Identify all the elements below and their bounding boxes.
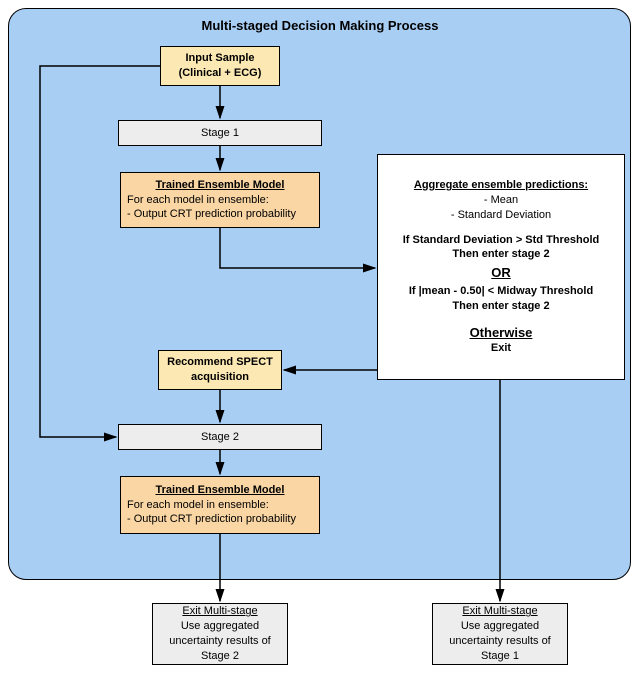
ensemble2-box: Trained Ensemble Model For each model in…: [120, 476, 320, 534]
input-l1: Input Sample: [185, 51, 254, 66]
ens1-title: Trained Ensemble Model: [156, 178, 285, 193]
ens2-l1: For each model in ensemble:: [127, 498, 269, 513]
exit1-l2: uncertainty results of: [449, 634, 551, 649]
dec-c1a: If Standard Deviation > Std Threshold: [403, 233, 600, 248]
dec-c2b: Then enter stage 2: [452, 299, 549, 314]
exit-stage2-box: Exit Multi-stage Use aggregated uncertai…: [152, 603, 288, 665]
dec-oth: Otherwise: [470, 324, 533, 342]
exit2-l2: uncertainty results of: [169, 634, 271, 649]
diagram-title: Multi-staged Decision Making Process: [0, 18, 640, 33]
ens1-l2: - Output CRT prediction probability: [127, 207, 296, 222]
stage2-box: Stage 2: [118, 424, 322, 450]
exit2-l3: Stage 2: [201, 649, 239, 664]
exit1-l3: Stage 1: [481, 649, 519, 664]
ens1-l1: For each model in ensemble:: [127, 193, 269, 208]
spect-l2: acquisition: [191, 370, 249, 385]
ens2-l2: - Output CRT prediction probability: [127, 512, 296, 527]
exit2-t: Exit Multi-stage: [182, 604, 257, 619]
dec-or: OR: [491, 264, 511, 282]
exit2-l1: Use aggregated: [181, 619, 259, 634]
stage1-label: Stage 1: [201, 126, 239, 141]
spect-l1: Recommend SPECT: [167, 355, 273, 370]
dec-a1: - Mean: [484, 193, 518, 208]
input-sample-box: Input Sample (Clinical + ECG): [160, 46, 280, 86]
exit-stage1-box: Exit Multi-stage Use aggregated uncertai…: [432, 603, 568, 665]
ens2-title: Trained Ensemble Model: [156, 483, 285, 498]
dec-ex: Exit: [491, 341, 511, 356]
dec-c2a: If |mean - 0.50| < Midway Threshold: [409, 284, 593, 299]
decision-box: Aggregate ensemble predictions: - Mean -…: [377, 154, 625, 380]
stage1-box: Stage 1: [118, 120, 322, 146]
ensemble1-box: Trained Ensemble Model For each model in…: [120, 172, 320, 228]
stage2-label: Stage 2: [201, 430, 239, 445]
exit1-t: Exit Multi-stage: [462, 604, 537, 619]
dec-title: Aggregate ensemble predictions:: [414, 178, 588, 193]
input-l2: (Clinical + ECG): [179, 66, 262, 81]
exit1-l1: Use aggregated: [461, 619, 539, 634]
spect-box: Recommend SPECT acquisition: [158, 350, 282, 390]
dec-a2: - Standard Deviation: [451, 208, 551, 223]
dec-c1b: Then enter stage 2: [452, 247, 549, 262]
